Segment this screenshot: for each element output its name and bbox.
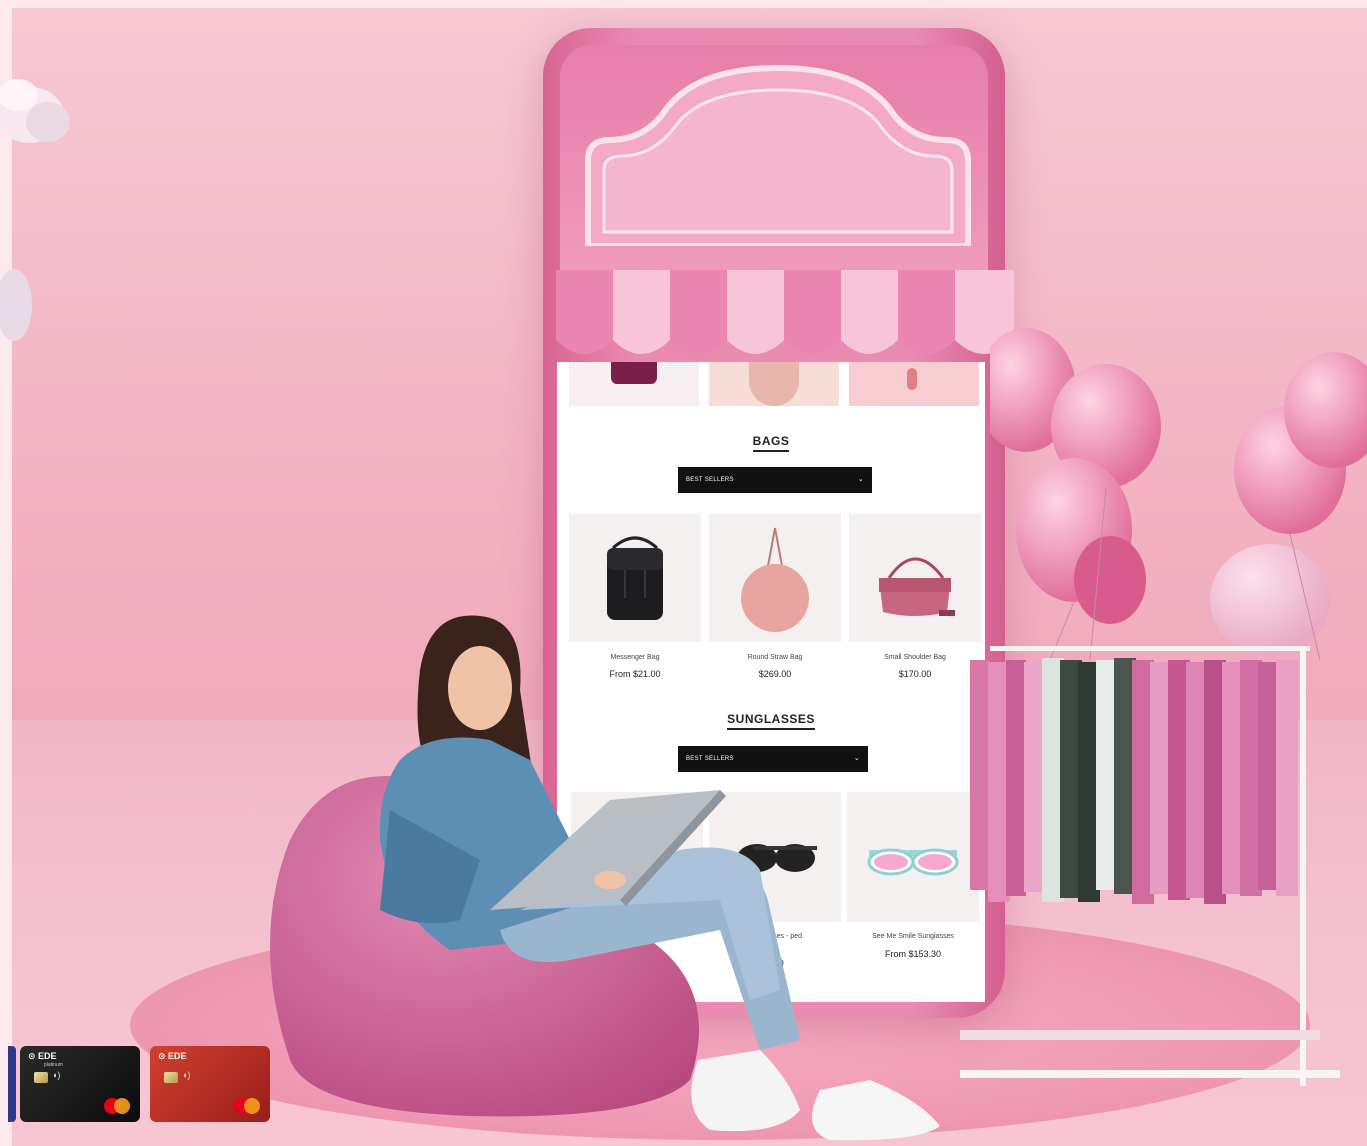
chip-icon: [34, 1072, 48, 1083]
top-border: [0, 0, 1367, 8]
credit-card-red: ⊙ EDE ◖): [150, 1046, 270, 1122]
card-brand: ⊙ EDE: [158, 1051, 187, 1061]
bags-sort-select[interactable]: BEST SELLERS ⌄: [678, 467, 872, 493]
partial-card: [8, 1046, 16, 1122]
contactless-icon: ◖): [52, 1070, 61, 1080]
decorative-spheres: [0, 79, 70, 341]
clothing-rack: [960, 646, 1340, 1086]
credit-card-platinum: ⊙ EDE platinum ◖): [20, 1046, 140, 1122]
mastercard-logo: [104, 1098, 130, 1114]
store-sign: [585, 64, 971, 246]
store-awning: [556, 270, 1014, 354]
banner-image-2: [709, 362, 839, 406]
contactless-icon: ◖): [182, 1070, 191, 1080]
woman-with-laptop: [379, 615, 940, 1141]
balloons: [990, 328, 1367, 660]
chip-icon: [164, 1072, 178, 1083]
chevron-down-icon: ⌄: [857, 476, 864, 483]
card-tier: platinum: [44, 1062, 63, 1068]
mastercard-logo: [234, 1098, 260, 1114]
section-title-bags: BAGS: [557, 434, 985, 452]
banner-image-3: [849, 362, 979, 406]
banner-image-1: [569, 362, 699, 406]
card-brand: ⊙ EDE: [28, 1051, 57, 1061]
